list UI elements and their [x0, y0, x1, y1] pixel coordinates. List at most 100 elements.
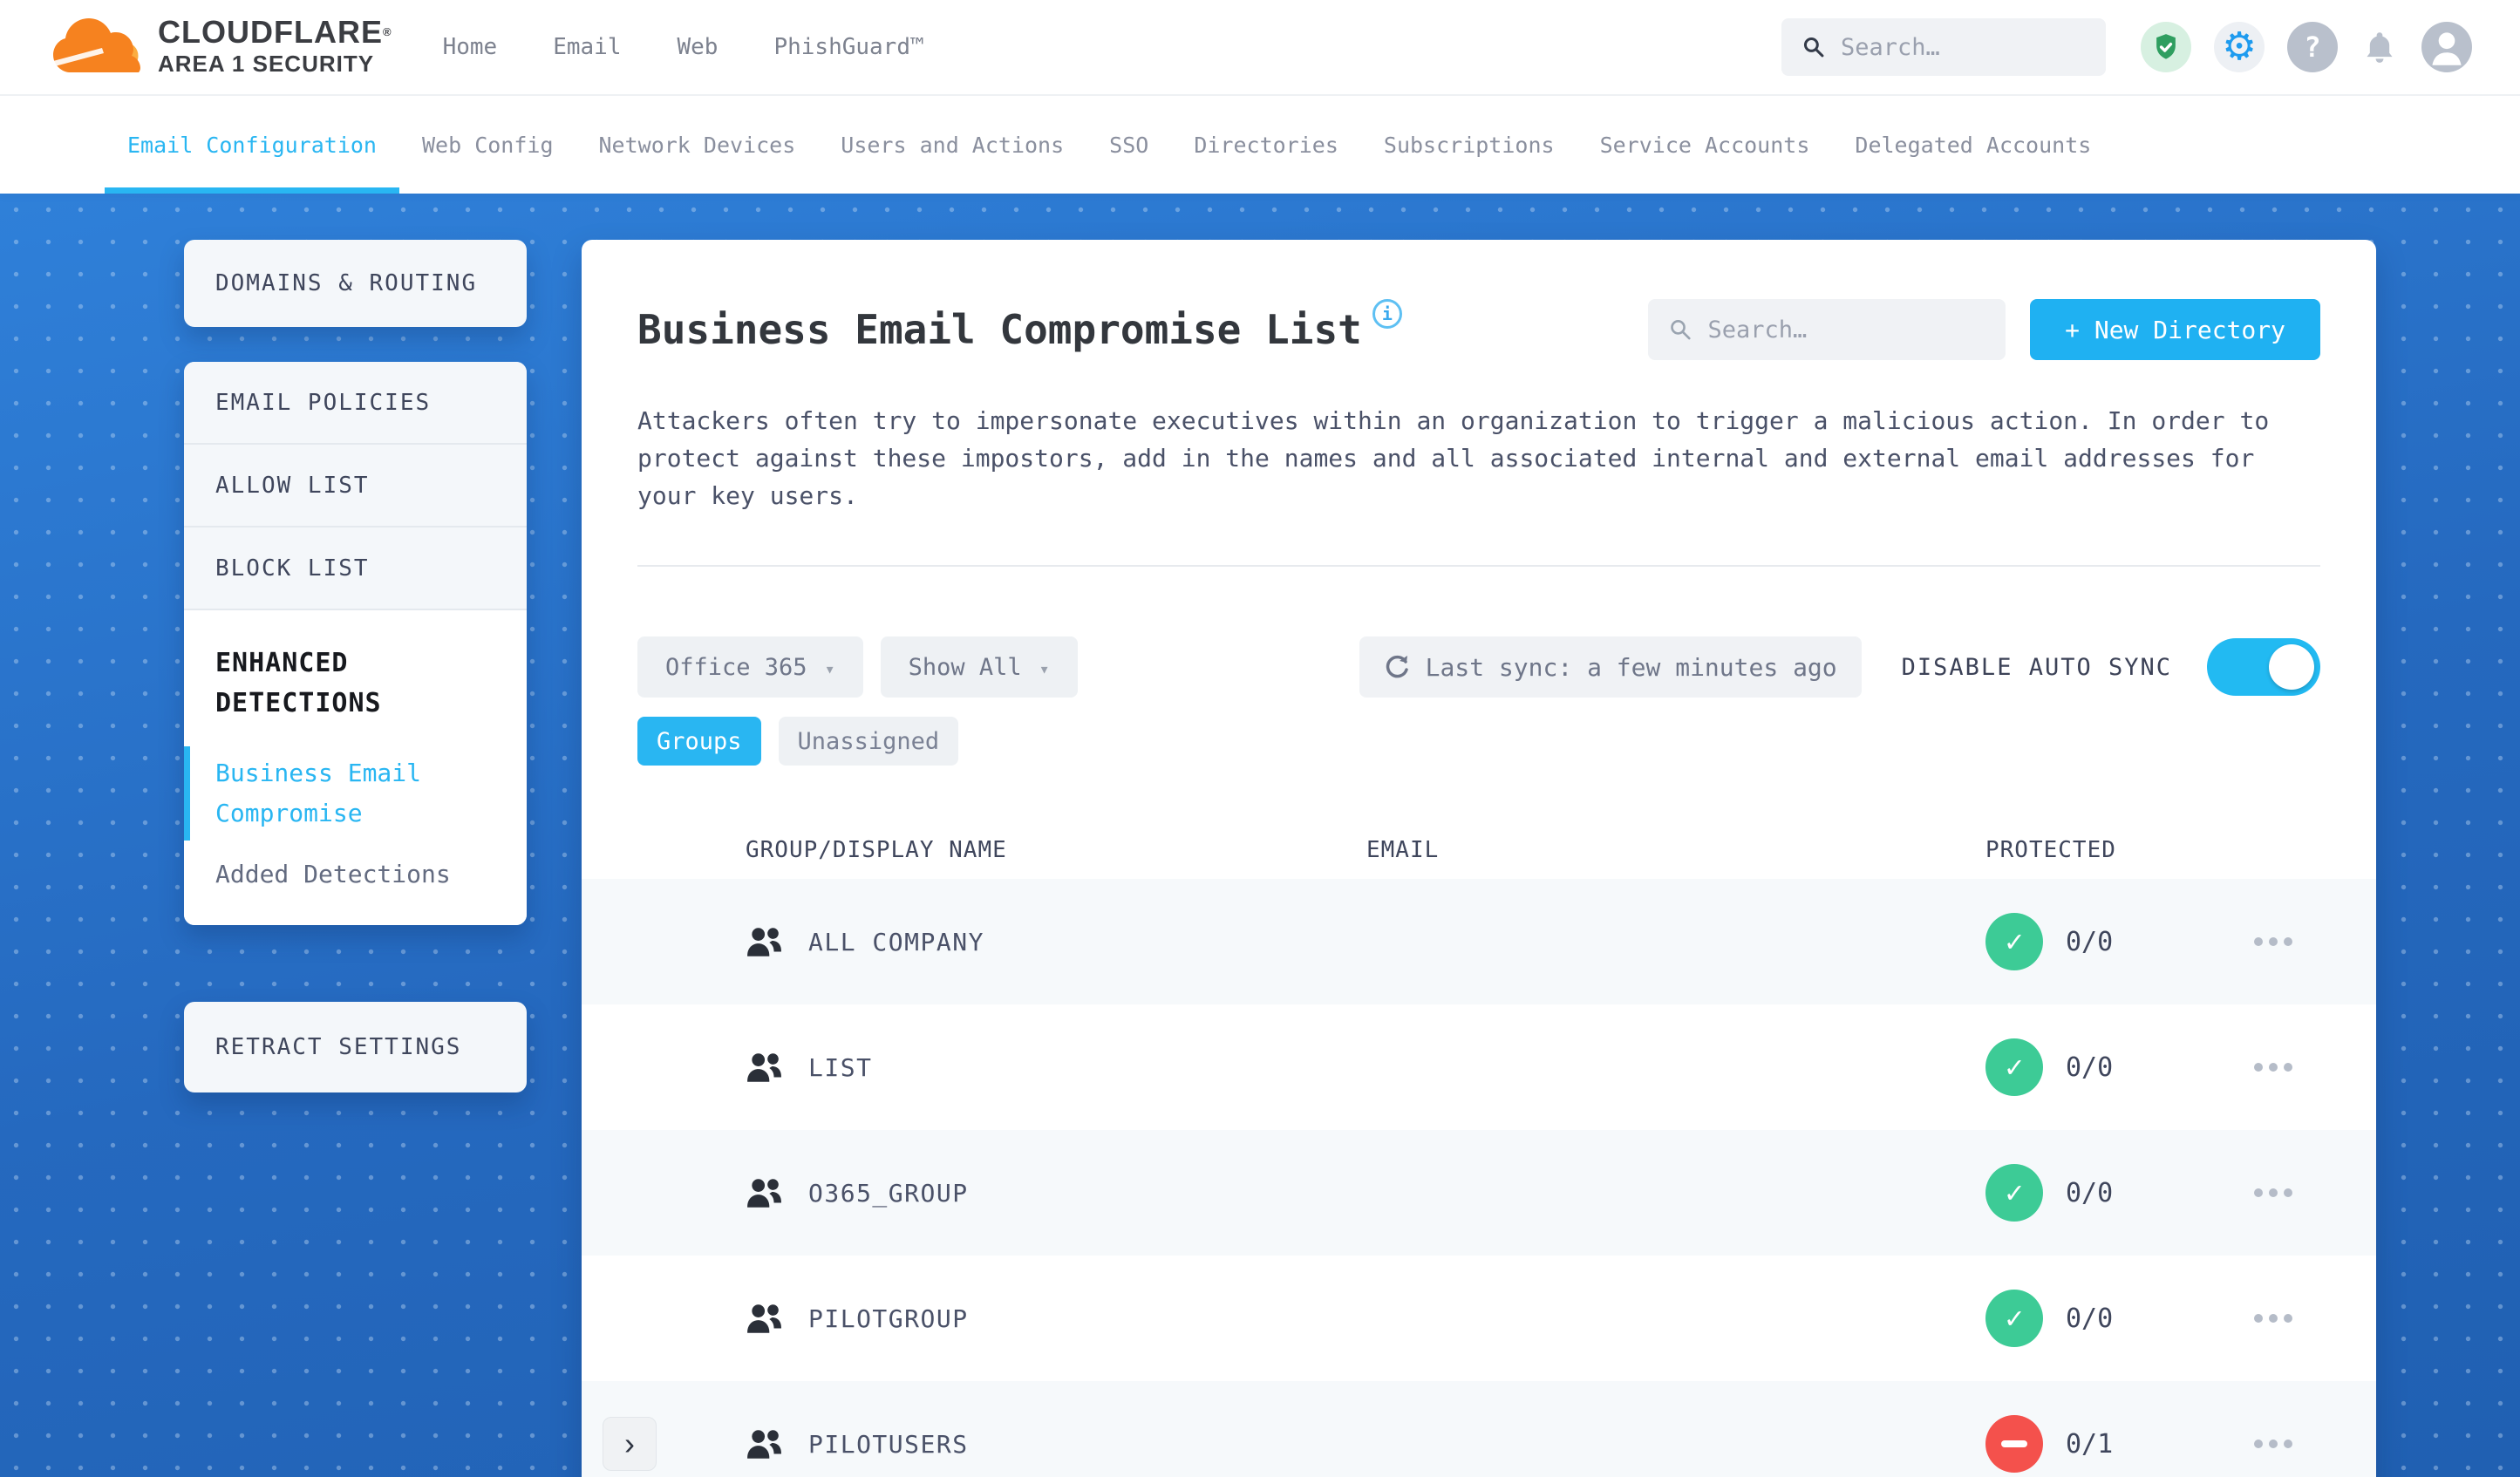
protected-count: 0/0 — [2066, 1303, 2114, 1334]
col-group-display-name: GROUP/DISPLAY NAME — [746, 837, 1007, 863]
protected-count: 0/1 — [2066, 1428, 2114, 1460]
directory-select[interactable]: Office 365 — [637, 636, 863, 698]
groups-table: GROUP/DISPLAY NAME EMAIL PROTECTED ALL C… — [582, 821, 2376, 1477]
tab-subscriptions[interactable]: Subscriptions — [1361, 96, 1577, 194]
top-nav-home[interactable]: Home — [443, 34, 498, 60]
group-people-icon — [747, 928, 781, 956]
sync-controls: Last sync: a few minutes ago DISABLE AUT… — [1359, 636, 2320, 698]
enhanced-detections-heading[interactable]: ENHANCED DETECTIONS — [215, 643, 502, 724]
list-search[interactable] — [1648, 299, 2006, 360]
page-description: Attackers often try to impersonate execu… — [637, 406, 2270, 510]
tab-network-devices[interactable]: Network Devices — [576, 96, 819, 194]
group-people-icon — [747, 1304, 781, 1333]
table-rows: ALL COMPANY 0/0 — [582, 879, 2376, 1477]
sidebar-item-added-detections[interactable]: Added Detections — [215, 860, 502, 888]
list-search-input[interactable] — [1707, 316, 1985, 344]
col-email: EMAIL — [1366, 837, 1440, 863]
sidebar-policies-card: EMAIL POLICIES ALLOW LIST BLOCK LIST ENH… — [184, 362, 527, 925]
brand-logo[interactable]: CLOUDFLARE® AREA 1 SECURITY — [48, 11, 392, 83]
tab-email-configuration[interactable]: Email Configuration — [105, 96, 399, 194]
table-row[interactable]: ALL COMPANY 0/0 — [582, 879, 2376, 1004]
chevron-down-icon — [1039, 654, 1050, 681]
sidebar-item-block-list[interactable]: BLOCK LIST — [184, 528, 527, 610]
protected-status-icon — [1985, 1415, 2043, 1473]
sidebar-item-retract-settings[interactable]: RETRACT SETTINGS — [184, 1002, 527, 1092]
row-menu-button[interactable] — [2238, 1314, 2376, 1323]
main-card-padding: Business Email Compromise List + New Dir… — [582, 240, 2376, 766]
top-nav-email[interactable]: Email — [553, 34, 621, 60]
group-people-icon — [747, 1053, 781, 1082]
tab-sso[interactable]: SSO — [1086, 96, 1171, 194]
top-nav: Home Email Web PhishGuard™ — [443, 34, 924, 60]
sidebar: DOMAINS & ROUTING EMAIL POLICIES ALLOW L… — [184, 240, 527, 1092]
sidebar-item-allow-list[interactable]: ALLOW LIST — [184, 445, 527, 528]
search-icon — [1803, 37, 1824, 58]
page-title-text: Business Email Compromise List — [637, 306, 1362, 353]
topbar: CLOUDFLARE® AREA 1 SECURITY Home Email W… — [0, 0, 2520, 96]
protected-count: 0/0 — [2066, 926, 2114, 957]
page-title: Business Email Compromise List — [637, 299, 1402, 353]
global-search[interactable] — [1781, 18, 2106, 76]
row-menu-button[interactable] — [2238, 937, 2376, 946]
sidebar-item-business-email-compromise[interactable]: Business Email Compromise — [184, 746, 502, 841]
top-nav-web[interactable]: Web — [677, 34, 718, 60]
group-people-icon — [747, 1179, 781, 1208]
auto-sync-label: DISABLE AUTO SYNC — [1901, 653, 2172, 681]
refresh-icon — [1386, 655, 1408, 678]
group-name: LIST — [808, 1052, 873, 1082]
toggle-knob — [2269, 644, 2314, 690]
info-icon[interactable] — [1372, 299, 1402, 329]
top-nav-phishguard[interactable]: PhishGuard™ — [773, 34, 923, 60]
person-glyph — [2432, 32, 2462, 65]
brand-line1: CLOUDFLARE — [158, 14, 383, 50]
tab-delegated-accounts[interactable]: Delegated Accounts — [1832, 96, 2114, 194]
tab-web-config[interactable]: Web Config — [399, 96, 576, 194]
tab-directories[interactable]: Directories — [1171, 96, 1361, 194]
tab-unassigned[interactable]: Unassigned — [778, 717, 959, 766]
brand-line2: AREA 1 SECURITY — [158, 51, 375, 77]
auto-sync-toggle[interactable] — [2207, 638, 2320, 696]
sidebar-item-label: RETRACT SETTINGS — [215, 1034, 462, 1060]
shield-check-icon[interactable] — [2141, 22, 2191, 72]
help-icon[interactable] — [2287, 22, 2338, 72]
shield-glyph — [2156, 34, 2176, 59]
group-people-icon — [747, 1430, 781, 1459]
sidebar-item-label: ALLOW LIST — [215, 472, 370, 499]
table-row[interactable]: O365_GROUP 0/0 — [582, 1130, 2376, 1256]
brand-text: CLOUDFLARE® AREA 1 SECURITY — [158, 17, 392, 78]
expand-chevron-button[interactable] — [603, 1417, 657, 1471]
protected-status-icon — [1985, 913, 2043, 970]
table-row[interactable]: PILOTGROUP 0/0 — [582, 1256, 2376, 1381]
protected-status-icon — [1985, 1164, 2043, 1222]
table-row[interactable]: PILOTUSERS 0/1 — [582, 1381, 2376, 1477]
tab-users-and-actions[interactable]: Users and Actions — [818, 96, 1086, 194]
notifications-bell-icon[interactable] — [2360, 31, 2399, 64]
topbar-right: ⚙ — [1781, 18, 2472, 76]
account-avatar-icon[interactable] — [2421, 22, 2472, 72]
row-menu-button[interactable] — [2238, 1440, 2376, 1448]
protected-count: 0/0 — [2066, 1052, 2114, 1083]
divider — [637, 565, 2320, 567]
col-protected: PROTECTED — [1985, 837, 2116, 863]
protected-count: 0/0 — [2066, 1177, 2114, 1208]
settings-gear-icon[interactable]: ⚙ — [2214, 22, 2265, 72]
group-name: PILOTGROUP — [808, 1303, 969, 1333]
section-tabs: Email Configuration Web Config Network D… — [0, 96, 2520, 194]
sidebar-item-email-policies[interactable]: EMAIL POLICIES — [184, 362, 527, 445]
sidebar-item-domains-routing[interactable]: DOMAINS & ROUTING — [184, 240, 527, 327]
protected-status-icon — [1985, 1038, 2043, 1096]
table-row[interactable]: LIST 0/0 — [582, 1004, 2376, 1130]
new-directory-button[interactable]: + New Directory — [2030, 299, 2320, 360]
row-menu-button[interactable] — [2238, 1063, 2376, 1072]
global-search-input[interactable] — [1840, 33, 2085, 61]
registered-mark: ® — [382, 25, 392, 38]
row-menu-button[interactable] — [2238, 1188, 2376, 1197]
table-header: GROUP/DISPLAY NAME EMAIL PROTECTED — [582, 821, 2376, 879]
search-icon — [1671, 320, 1691, 340]
tab-service-accounts[interactable]: Service Accounts — [1577, 96, 1833, 194]
filters-row: Office 365 Show All Last sync: a few min… — [637, 636, 2320, 698]
sidebar-item-label: EMAIL POLICIES — [215, 389, 432, 416]
show-filter-select[interactable]: Show All — [880, 636, 1078, 698]
last-sync-button[interactable]: Last sync: a few minutes ago — [1359, 636, 1862, 698]
tab-groups[interactable]: Groups — [637, 717, 761, 766]
